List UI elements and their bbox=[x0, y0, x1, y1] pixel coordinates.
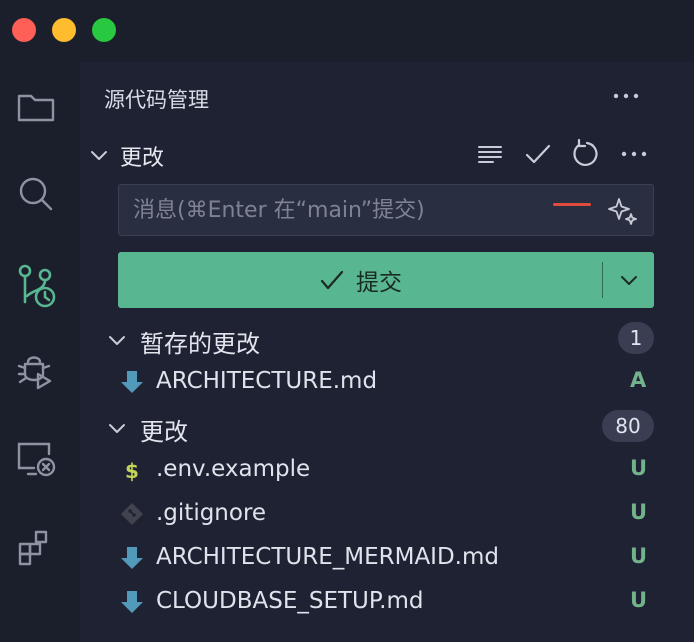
dollar-icon: $ bbox=[125, 459, 139, 483]
remote-explorer-icon bbox=[17, 442, 56, 477]
more-actions-icon[interactable] bbox=[610, 82, 642, 110]
files-icon bbox=[17, 94, 55, 122]
section-collapse-chevron-icon[interactable] bbox=[88, 144, 110, 166]
maximize-window-button[interactable] bbox=[92, 18, 116, 42]
commit-check-icon[interactable] bbox=[522, 138, 554, 170]
close-window-button[interactable] bbox=[12, 18, 36, 42]
file-name: .env.example bbox=[156, 456, 311, 482]
run-debug-button[interactable] bbox=[14, 348, 58, 392]
markdown-download-icon bbox=[121, 371, 143, 393]
file-name: ARCHITECTURE_MERMAID.md bbox=[156, 544, 499, 570]
changes-section-title[interactable]: 更改 bbox=[120, 140, 164, 172]
file-name: ARCHITECTURE.md bbox=[156, 368, 378, 394]
file-row[interactable]: ARCHITECTURE.md A bbox=[80, 360, 694, 404]
commit-button-divider bbox=[602, 262, 603, 298]
search-icon bbox=[19, 177, 53, 211]
staged-count-badge: 1 bbox=[618, 322, 654, 354]
file-row[interactable]: .gitignore U bbox=[80, 492, 694, 536]
markdown-download-icon bbox=[121, 591, 143, 613]
commit-button-label: 提交 bbox=[356, 270, 402, 296]
staged-changes-title[interactable]: 暂存的更改 bbox=[140, 324, 260, 359]
file-row[interactable]: $ .env.example U bbox=[80, 448, 694, 492]
explorer-button[interactable] bbox=[14, 84, 58, 128]
file-status: U bbox=[630, 588, 648, 612]
source-control-panel: 源代码管理 更改 提交 bbox=[80, 62, 694, 642]
markdown-download-icon bbox=[121, 547, 143, 569]
extensions-button[interactable] bbox=[14, 524, 58, 568]
file-status: A bbox=[630, 368, 647, 392]
title-bar bbox=[0, 0, 694, 62]
run-debug-icon bbox=[17, 356, 52, 390]
refresh-icon[interactable] bbox=[570, 138, 602, 170]
extensions-icon bbox=[18, 530, 48, 566]
file-status: U bbox=[630, 456, 648, 480]
changes-group-title[interactable]: 更改 bbox=[140, 412, 188, 447]
commit-options-button[interactable] bbox=[604, 252, 654, 308]
commit-button[interactable]: 提交 bbox=[118, 252, 602, 308]
svg-text:$: $ bbox=[125, 459, 139, 483]
annotation-arrow bbox=[553, 203, 591, 206]
panel-title: 源代码管理 bbox=[104, 88, 209, 112]
view-as-list-icon[interactable] bbox=[474, 138, 506, 170]
commit-message-box bbox=[118, 184, 654, 236]
git-icon bbox=[121, 503, 143, 525]
remote-explorer-button[interactable] bbox=[14, 436, 58, 480]
minimize-window-button[interactable] bbox=[52, 18, 76, 42]
commit-button-group: 提交 bbox=[118, 252, 654, 308]
file-name: .gitignore bbox=[156, 500, 267, 526]
search-button[interactable] bbox=[14, 172, 58, 216]
file-name: CLOUDBASE_SETUP.md bbox=[156, 588, 424, 614]
chevron-down-icon bbox=[621, 276, 637, 285]
check-icon bbox=[320, 270, 344, 290]
file-status: U bbox=[630, 544, 648, 568]
staged-collapse-chevron-icon[interactable] bbox=[106, 329, 128, 351]
commit-message-input[interactable] bbox=[119, 185, 653, 235]
changes-count-badge: 80 bbox=[602, 410, 654, 442]
file-status: U bbox=[630, 500, 648, 524]
changes-more-icon[interactable] bbox=[618, 138, 650, 170]
sparkle-icon[interactable] bbox=[607, 195, 639, 227]
source-control-icon bbox=[18, 264, 56, 308]
file-row[interactable]: CLOUDBASE_SETUP.md U bbox=[80, 580, 694, 624]
changes-group-collapse-chevron-icon[interactable] bbox=[106, 417, 128, 439]
activity-bar bbox=[0, 62, 80, 642]
file-row[interactable]: ARCHITECTURE_MERMAID.md U bbox=[80, 536, 694, 580]
source-control-button[interactable] bbox=[14, 264, 58, 308]
